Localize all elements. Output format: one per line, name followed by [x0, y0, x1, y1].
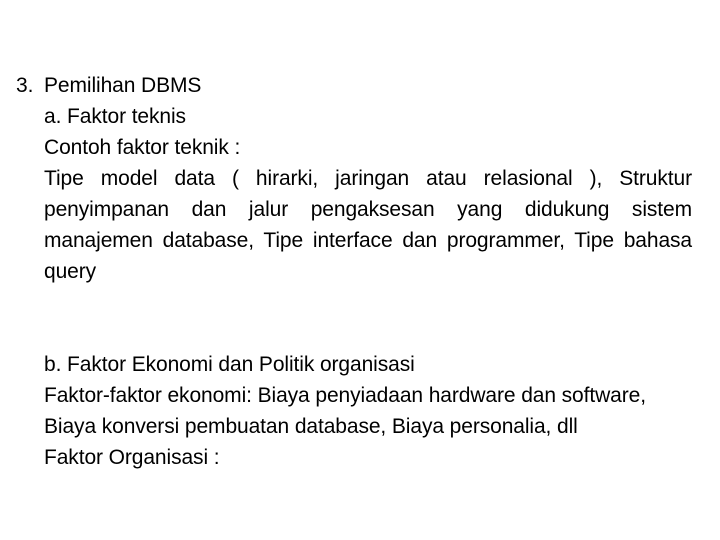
- subsection-b-heading: b. Faktor Ekonomi dan Politik organisasi: [44, 353, 415, 376]
- subsection-b-line-2: Biaya konversi pembuatan database, Biaya…: [44, 415, 578, 438]
- list-item-title: Pemilihan DBMS: [44, 74, 202, 97]
- slide-content-block: 3. Pemilihan DBMS a. Faktor teknis Contoh…: [0, 70, 720, 473]
- subsection-a-intro: Contoh faktor teknik :: [44, 136, 241, 159]
- list-item-3: 3. Pemilihan DBMS: [0, 70, 720, 101]
- subsection-b-line-1: Faktor-faktor ekonomi: Biaya penyiadaan …: [44, 384, 646, 407]
- list-item-marker: 3.: [16, 74, 34, 97]
- subsection-a-heading: a. Faktor teknis: [44, 105, 186, 128]
- slide-canvas: 3. Pemilihan DBMS a. Faktor teknis Contoh…: [0, 0, 720, 540]
- subsection-b-line-3: Faktor Organisasi :: [44, 446, 220, 469]
- subsection-a-paragraph: Tipe model data ( hirarki, jaringan atau…: [44, 167, 692, 283]
